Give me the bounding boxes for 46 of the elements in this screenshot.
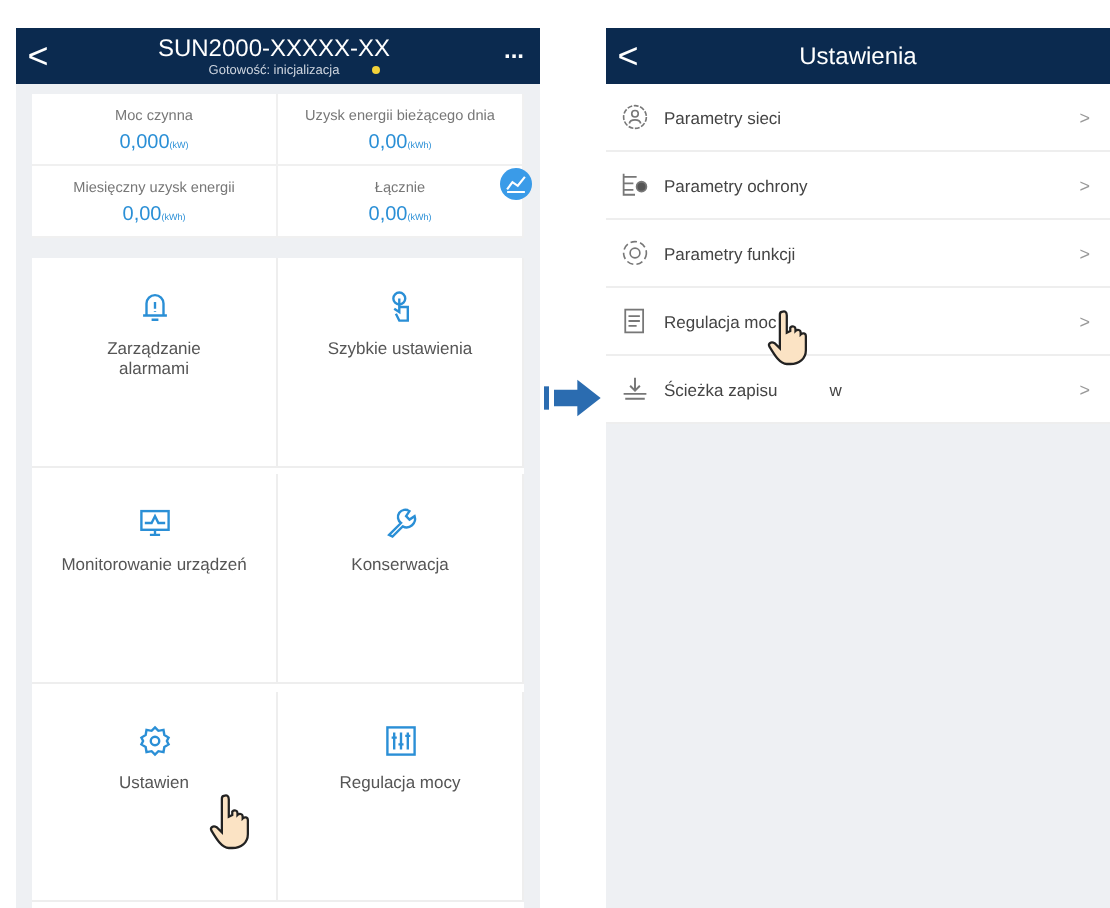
menu-tile[interactable]: Monitorowanie urządzeń bbox=[32, 474, 278, 685]
back-button[interactable]: < bbox=[16, 35, 60, 77]
settings-item[interactable]: Parametry sieci > bbox=[606, 84, 1110, 152]
settings-item[interactable]: Parametry ochrony > bbox=[606, 152, 1110, 220]
device-title: SUN2000-XXXXX-XX bbox=[157, 33, 391, 61]
menu-tile[interactable]: Regulacja mocy bbox=[278, 691, 524, 902]
chevron-icon: > bbox=[1079, 243, 1090, 263]
sliders-icon bbox=[383, 723, 417, 758]
menu-tile[interactable]: Konserwacja bbox=[278, 474, 524, 685]
document-icon bbox=[622, 308, 648, 334]
chart-button-icon[interactable] bbox=[500, 168, 532, 200]
monitor-icon bbox=[137, 506, 171, 541]
settings-item[interactable]: Parametry funkcji > bbox=[606, 220, 1110, 288]
item-label: Parametry sieci bbox=[664, 107, 782, 127]
item-label: Parametry ochrony bbox=[664, 175, 808, 195]
item-label: Parametry funkcji bbox=[664, 243, 796, 263]
tile-label: Szybkie ustawienia bbox=[325, 338, 475, 358]
settings-icon bbox=[137, 723, 171, 758]
status-dot-icon bbox=[372, 66, 380, 74]
tile-label: Monitorowanie urządzeń bbox=[59, 554, 249, 575]
screen-title: Ustawienia bbox=[797, 42, 919, 70]
person-circle-icon bbox=[622, 104, 648, 130]
settings-item[interactable]: Ścieżka zapisu w > bbox=[606, 356, 1110, 424]
item-label: Regulacja moc bbox=[664, 311, 777, 331]
tile-label: Konserwacja bbox=[349, 554, 451, 575]
back-button[interactable]: < bbox=[606, 35, 650, 77]
tile-label: Regulacja mocy bbox=[337, 771, 463, 792]
tile-label: Zarządzanie alarmami bbox=[105, 338, 203, 378]
chevron-icon: > bbox=[1079, 175, 1090, 195]
target-icon bbox=[622, 240, 648, 266]
menu-tile[interactable]: Szybkie ustawienia bbox=[278, 258, 524, 468]
item-label-fragment: w bbox=[829, 379, 842, 399]
bell-icon bbox=[137, 290, 171, 324]
settings-item[interactable]: Regulacja moc > bbox=[606, 288, 1110, 356]
more-button[interactable]: ... bbox=[488, 42, 540, 70]
item-label: Ścieżka zapisu bbox=[664, 379, 778, 399]
next-arrow-icon bbox=[543, 376, 603, 420]
download-icon bbox=[622, 376, 648, 402]
menu-tile[interactable]: Ustawien bbox=[32, 691, 278, 902]
menu-tile[interactable]: Zarządzanie alarmami bbox=[32, 258, 278, 468]
chevron-icon: > bbox=[1079, 379, 1090, 399]
document-gear-icon bbox=[622, 172, 648, 198]
chevron-icon: > bbox=[1079, 311, 1090, 331]
tile-label: Ustawien bbox=[117, 771, 191, 792]
wrench-icon bbox=[383, 506, 417, 541]
chevron-icon: > bbox=[1079, 107, 1090, 127]
